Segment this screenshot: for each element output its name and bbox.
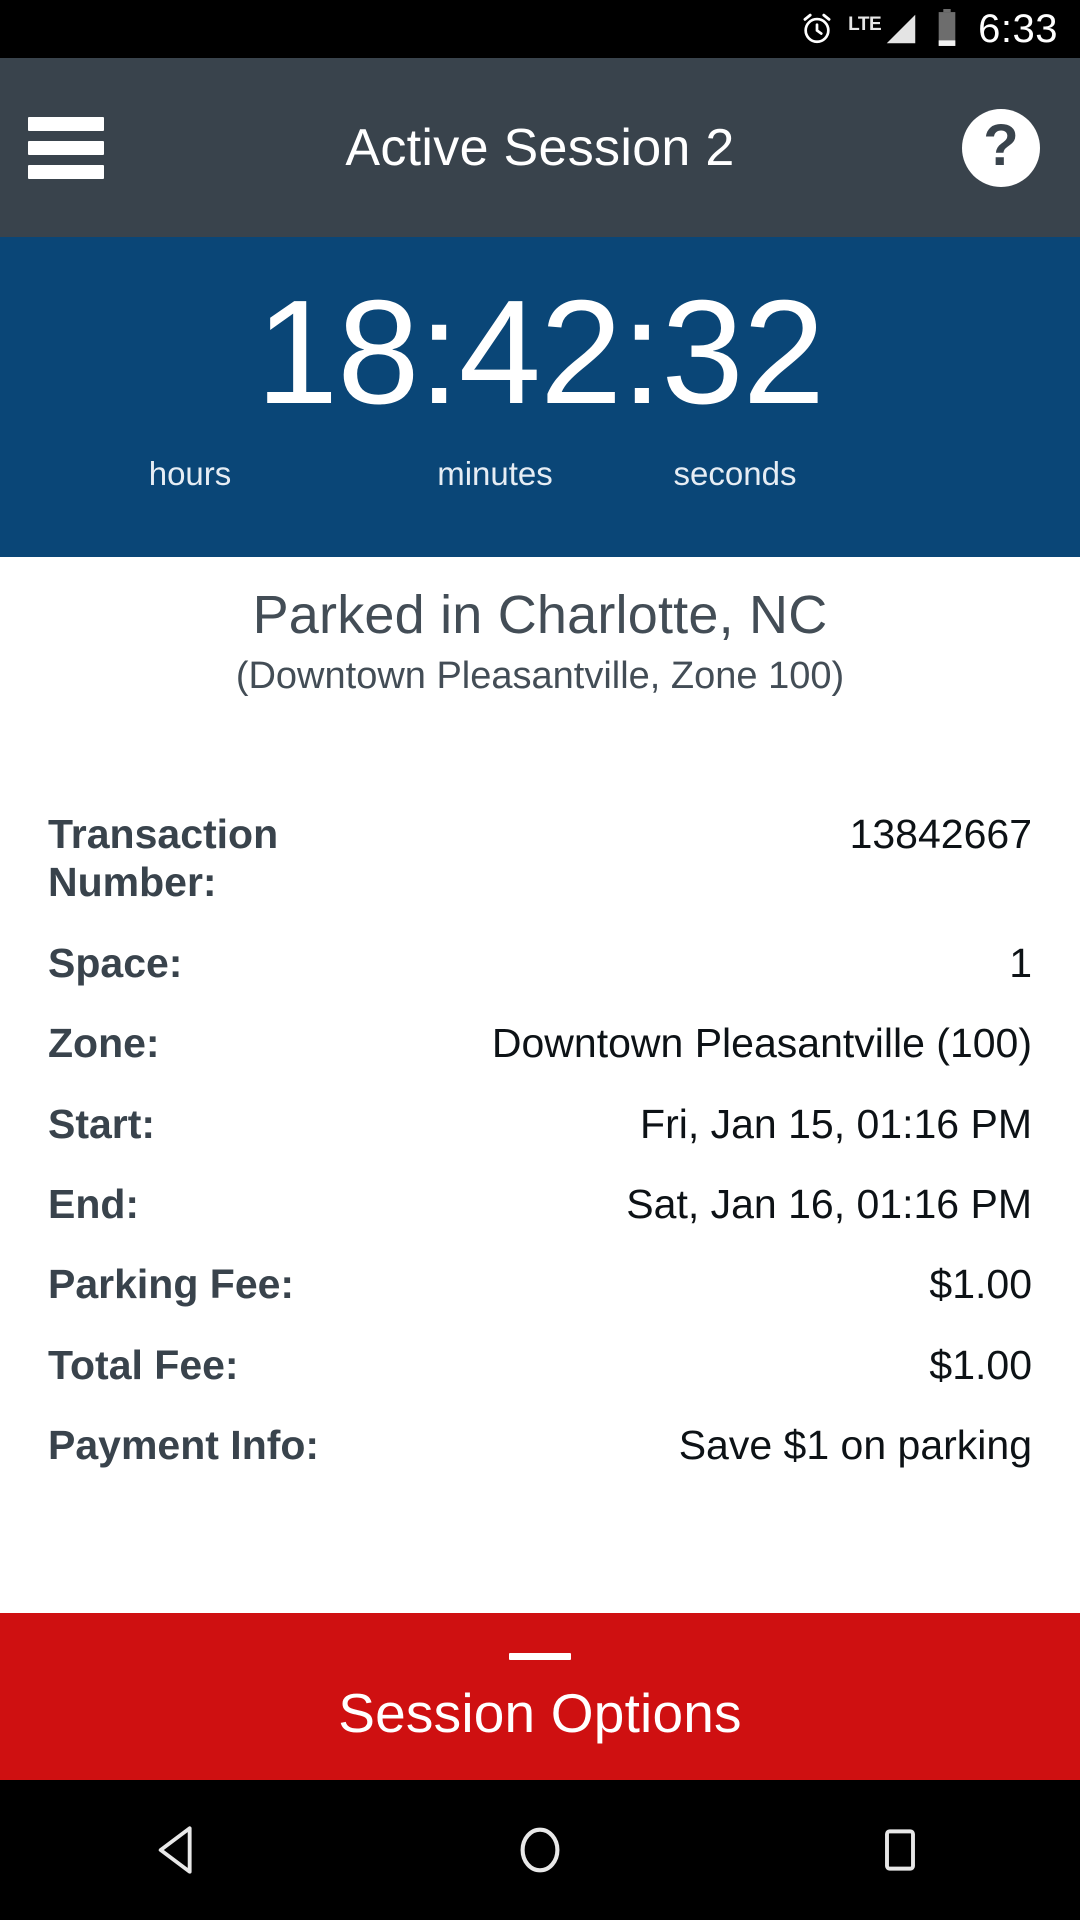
timer-unit-minutes: minutes	[437, 455, 553, 492]
drag-handle-icon	[509, 1652, 571, 1660]
session-options-label: Session Options	[338, 1681, 742, 1744]
detail-row-zone: Zone: Downtown Pleasantville (100)	[48, 1019, 1032, 1067]
recents-square-icon[interactable]	[810, 1780, 990, 1920]
network-indicator: LTE	[848, 10, 920, 48]
detail-value: Save $1 on parking	[678, 1422, 1032, 1468]
timer-unit-seconds: seconds	[673, 455, 797, 492]
detail-row-end: End: Sat, Jan 16, 01:16 PM	[48, 1180, 1032, 1228]
detail-row-payment-info: Payment Info: Save $1 on parking	[48, 1421, 1032, 1469]
parked-zone-subtitle: (Downtown Pleasantville, Zone 100)	[235, 655, 845, 698]
detail-row-parking-fee: Parking Fee: $1.00	[48, 1260, 1032, 1308]
help-glyph: ?	[983, 112, 1019, 178]
android-nav-bar	[0, 1780, 1080, 1920]
status-bar: LTE 6:33	[0, 0, 1080, 58]
parked-location-title: Parked in Charlotte, NC	[252, 585, 828, 645]
phone-screen: LTE 6:33 Active Session 2 ? 18:42:32 hou…	[0, 0, 1080, 1920]
countdown-timer-value: 18:42:32	[255, 270, 825, 435]
alarm-clock-icon	[800, 12, 834, 46]
back-triangle-icon[interactable]	[90, 1780, 270, 1920]
timer-unit-labels: hours minutes seconds	[0, 455, 1080, 493]
detail-row-transaction-number: Transaction Number: 13842667	[48, 810, 1032, 907]
detail-row-start: Start: Fri, Jan 15, 01:16 PM	[48, 1100, 1032, 1148]
session-details-list: Transaction Number: 13842667 Space: 1 Zo…	[48, 810, 1032, 1501]
session-options-button[interactable]: Session Options	[0, 1613, 1080, 1780]
home-circle-icon[interactable]	[450, 1780, 630, 1920]
detail-row-total-fee: Total Fee: $1.00	[48, 1341, 1032, 1389]
session-timer-panel: 18:42:32 hours minutes seconds	[0, 237, 1080, 557]
app-bar: Active Session 2 ?	[0, 58, 1080, 237]
detail-label: Space:	[48, 939, 183, 986]
battery-low-icon	[934, 9, 960, 49]
detail-value: $1.00	[929, 1341, 1032, 1388]
detail-label: Transaction Number:	[48, 811, 279, 906]
detail-label: Start:	[48, 1100, 156, 1147]
detail-value: $1.00	[929, 1261, 1032, 1308]
network-type-label: LTE	[848, 14, 882, 35]
detail-value: 13842667	[849, 811, 1032, 857]
detail-label: Payment Info:	[48, 1422, 320, 1468]
location-header: Parked in Charlotte, NC (Downtown Pleasa…	[0, 585, 1080, 700]
detail-value: 1	[1009, 939, 1032, 986]
detail-value: Downtown Pleasantville (100)	[491, 1020, 1032, 1067]
detail-value: Sat, Jan 16, 01:16 PM	[626, 1180, 1032, 1227]
detail-value: Fri, Jan 15, 01:16 PM	[640, 1100, 1032, 1147]
detail-label: Total Fee:	[48, 1341, 239, 1388]
detail-label: Parking Fee:	[48, 1261, 295, 1308]
signal-bar-icon	[882, 10, 920, 48]
help-question-icon[interactable]: ?	[962, 108, 1040, 187]
status-bar-clock: 6:33	[978, 7, 1058, 51]
detail-row-space: Space: 1	[48, 939, 1032, 987]
detail-label: Zone:	[48, 1020, 160, 1067]
timer-unit-hours: hours	[148, 455, 232, 492]
page-title: Active Session 2	[345, 118, 735, 177]
detail-label: End:	[48, 1180, 140, 1227]
